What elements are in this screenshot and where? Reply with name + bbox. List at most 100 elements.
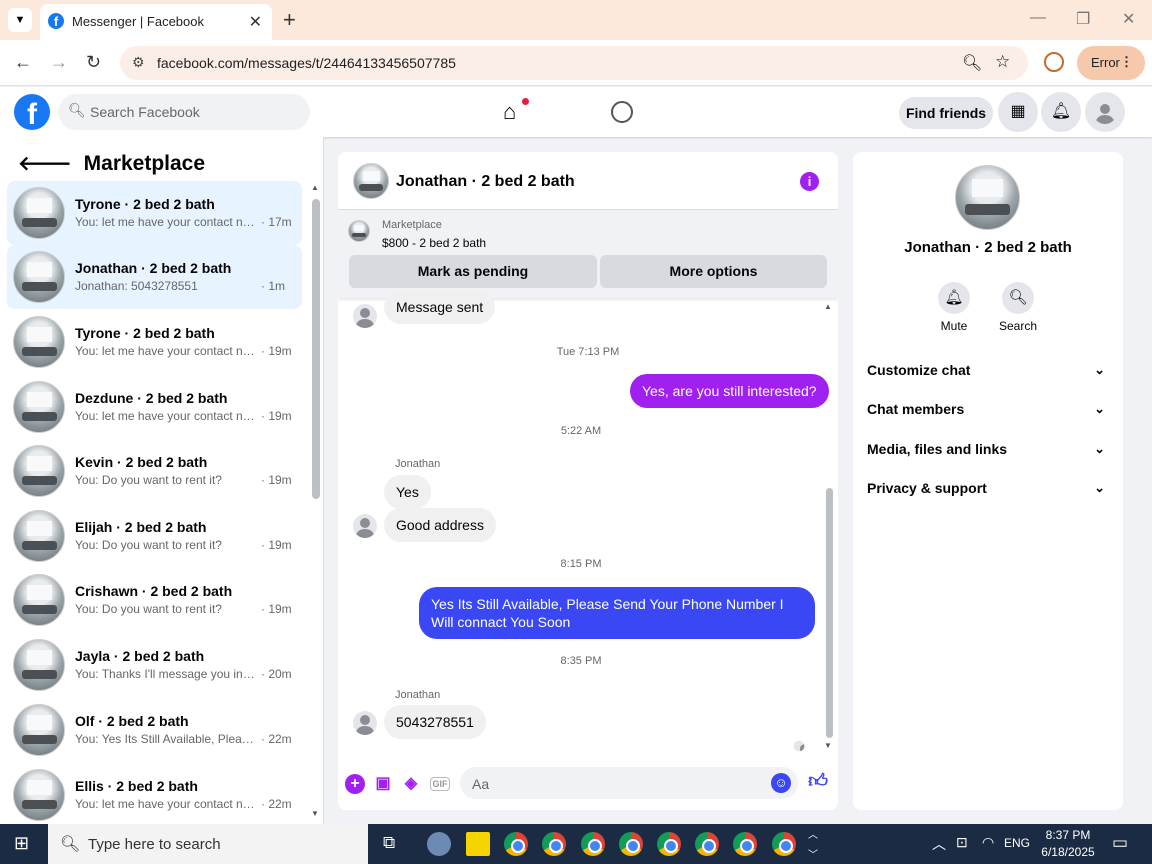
chat-scrollbar[interactable] <box>826 488 833 738</box>
conversation-item[interactable]: Jayla · 2 bed 2 bath You: Thanks I'll mes… <box>7 633 302 697</box>
taskbar-clock[interactable]: 8:37 PM 6/18/2025 <box>1036 827 1100 861</box>
chrome-icon[interactable] <box>542 832 566 856</box>
listing-thumbnail[interactable] <box>348 220 370 242</box>
home-icon[interactable]: ⌂ <box>503 99 516 125</box>
notification-center-icon[interactable]: ▭ <box>1112 833 1128 853</box>
task-view-icon[interactable]: ⧉ <box>383 833 395 853</box>
conversation-item[interactable]: Elijah · 2 bed 2 bath You: Do you want to… <box>7 504 302 568</box>
url-text[interactable]: facebook.com/messages/t/2446413345650778… <box>157 55 456 71</box>
minimize-button[interactable]: — <box>1030 9 1046 27</box>
scroll-up-icon[interactable]: ▲ <box>824 302 832 311</box>
privacy-support-section[interactable]: Privacy & support ⌄ <box>867 480 1111 496</box>
tray-chevron-icon[interactable]: ︿ <box>932 834 946 854</box>
profile-error-button[interactable]: Error ⋮ <box>1077 46 1145 80</box>
profile-icon[interactable] <box>1044 52 1064 72</box>
scroll-down-icon[interactable]: ▼ <box>311 809 319 818</box>
mute-bell-icon[interactable]: 🔔︎ <box>938 282 970 314</box>
forward-arrow-icon[interactable]: → <box>50 52 68 73</box>
camera-tray-icon[interactable]: ⊡ <box>956 834 968 851</box>
customize-chat-section[interactable]: Customize chat ⌄ <box>867 362 1111 378</box>
more-options-button[interactable]: More options <box>600 255 827 288</box>
conversation-item[interactable]: Dezdune · 2 bed 2 bath You: let me have y… <box>7 375 302 439</box>
sidebar-scrollbar[interactable] <box>312 199 320 499</box>
search-label: Search <box>998 319 1038 333</box>
facebook-search-input[interactable]: 🔍︎ Search Facebook <box>58 94 310 130</box>
listing-price[interactable]: $800 - 2 bed 2 bath <box>382 236 486 250</box>
message-incoming[interactable]: Yes <box>384 475 431 509</box>
menu-grid-icon[interactable]: ▦ <box>998 92 1038 132</box>
find-friends-button[interactable]: Find friends <box>899 97 993 129</box>
tab-search-button[interactable]: ▼ <box>8 8 32 32</box>
conversation-avatar <box>13 187 65 239</box>
conversation-item[interactable]: Ellis · 2 bed 2 bath You: let me have you… <box>7 763 302 827</box>
conversation-avatar <box>13 251 65 303</box>
message-input[interactable]: Aa ☺ <box>460 767 798 799</box>
search-icon[interactable]: 🔍︎ <box>1002 282 1034 314</box>
language-indicator[interactable]: ENG <box>1004 836 1030 850</box>
timestamp: 5:22 AM <box>560 425 602 437</box>
sticker-icon[interactable]: ◈ <box>401 774 421 794</box>
back-arrow-icon[interactable]: ← <box>14 52 32 73</box>
browser-tab[interactable]: f Messenger | Facebook ✕ <box>40 4 272 40</box>
chrome-icon[interactable] <box>657 832 681 856</box>
message-incoming[interactable]: 5043278551 <box>384 705 486 739</box>
address-bar[interactable]: ⚙ facebook.com/messages/t/24464133456507… <box>120 46 1028 80</box>
scroll-down-icon[interactable]: ▼ <box>824 741 832 750</box>
back-arrow-icon[interactable]: 🡐 <box>18 153 72 175</box>
conversation-avatar <box>13 381 65 433</box>
media-files-section[interactable]: Media, files and links ⌄ <box>867 441 1111 457</box>
scroll-up-icon[interactable]: ▲ <box>311 183 319 192</box>
chrome-icon[interactable] <box>581 832 605 856</box>
taskbar-scroll-up-icon[interactable]: ︿ <box>808 826 818 841</box>
reload-icon[interactable]: ↻ <box>86 52 101 73</box>
taskbar-search-input[interactable]: 🔍︎ Type here to search <box>48 824 368 864</box>
chrome-icon[interactable] <box>733 832 757 856</box>
conversation-item[interactable]: Crishawn · 2 bed 2 bath You: Do you want … <box>7 568 302 632</box>
bookmark-star-icon[interactable]: ☆ <box>995 52 1010 72</box>
new-tab-button[interactable]: + <box>283 7 296 33</box>
kebab-menu-icon[interactable]: ⋮ <box>1120 54 1133 70</box>
chrome-icon[interactable] <box>772 832 796 856</box>
zoom-icon[interactable]: 🔍︎ <box>962 53 982 73</box>
conversation-snippet: You: let me have your contact nu... <box>75 797 255 811</box>
conversation-item[interactable]: Tyrone · 2 bed 2 bath You: let me have yo… <box>7 181 302 245</box>
conversation-item[interactable]: Jonathan · 2 bed 2 bath Jonathan: 5043278… <box>7 245 302 309</box>
wifi-icon[interactable]: ◠ <box>982 834 994 851</box>
chrome-icon[interactable] <box>504 832 528 856</box>
message-incoming[interactable]: Good address <box>384 508 496 542</box>
windows-start-icon[interactable]: ⊞ <box>14 833 29 854</box>
chat-avatar[interactable] <box>353 163 389 199</box>
groups-icon[interactable] <box>611 101 633 123</box>
conversation-item[interactable]: Kevin · 2 bed 2 bath You: Do you want to … <box>7 439 302 503</box>
facebook-logo-icon[interactable]: f <box>14 94 50 130</box>
message-outgoing[interactable]: Yes Its Still Available, Please Send You… <box>419 587 815 639</box>
restore-button[interactable]: ❐ <box>1076 9 1090 29</box>
details-avatar[interactable] <box>955 165 1020 230</box>
emoji-icon[interactable]: ☺ <box>771 773 791 793</box>
conversation-item[interactable]: Tyrone · 2 bed 2 bath You: let me have yo… <box>7 310 302 374</box>
chrome-icon[interactable] <box>619 832 643 856</box>
chat-title[interactable]: Jonathan · 2 bed 2 bath <box>396 173 575 191</box>
site-info-icon[interactable]: ⚙ <box>132 54 145 71</box>
conversation-name: Elijah · 2 bed 2 bath <box>75 519 207 535</box>
message-incoming[interactable]: Message sent <box>384 290 496 324</box>
sticky-notes-icon[interactable] <box>466 832 490 856</box>
plus-icon[interactable]: + <box>345 774 365 794</box>
conversation-name: Ellis · 2 bed 2 bath <box>75 778 198 794</box>
conversation-item[interactable]: Olf · 2 bed 2 bath You: Yes Its Still Ava… <box>7 698 302 762</box>
close-tab-icon[interactable]: ✕ <box>249 12 262 32</box>
chrome-icon[interactable] <box>695 832 719 856</box>
paint-app-icon[interactable] <box>427 832 451 856</box>
close-window-button[interactable]: ✕ <box>1122 9 1135 29</box>
chat-members-section[interactable]: Chat members ⌄ <box>867 401 1111 417</box>
account-avatar[interactable] <box>1085 92 1125 132</box>
image-icon[interactable]: ▣ <box>373 774 393 794</box>
facebook-header: f 🔍︎ Search Facebook ⌂ Find friends ▦ 🔔︎ <box>0 87 1152 137</box>
notifications-bell-icon[interactable]: 🔔︎ <box>1041 92 1081 132</box>
mark-as-pending-button[interactable]: Mark as pending <box>349 255 597 288</box>
info-icon[interactable]: i <box>800 172 819 191</box>
gif-icon[interactable]: GIF <box>430 777 450 791</box>
message-outgoing[interactable]: Yes, are you still interested? <box>630 374 829 408</box>
thumbs-up-icon[interactable]: 👍︎ <box>808 772 828 792</box>
taskbar-scroll-down-icon[interactable]: ﹀ <box>808 846 818 861</box>
